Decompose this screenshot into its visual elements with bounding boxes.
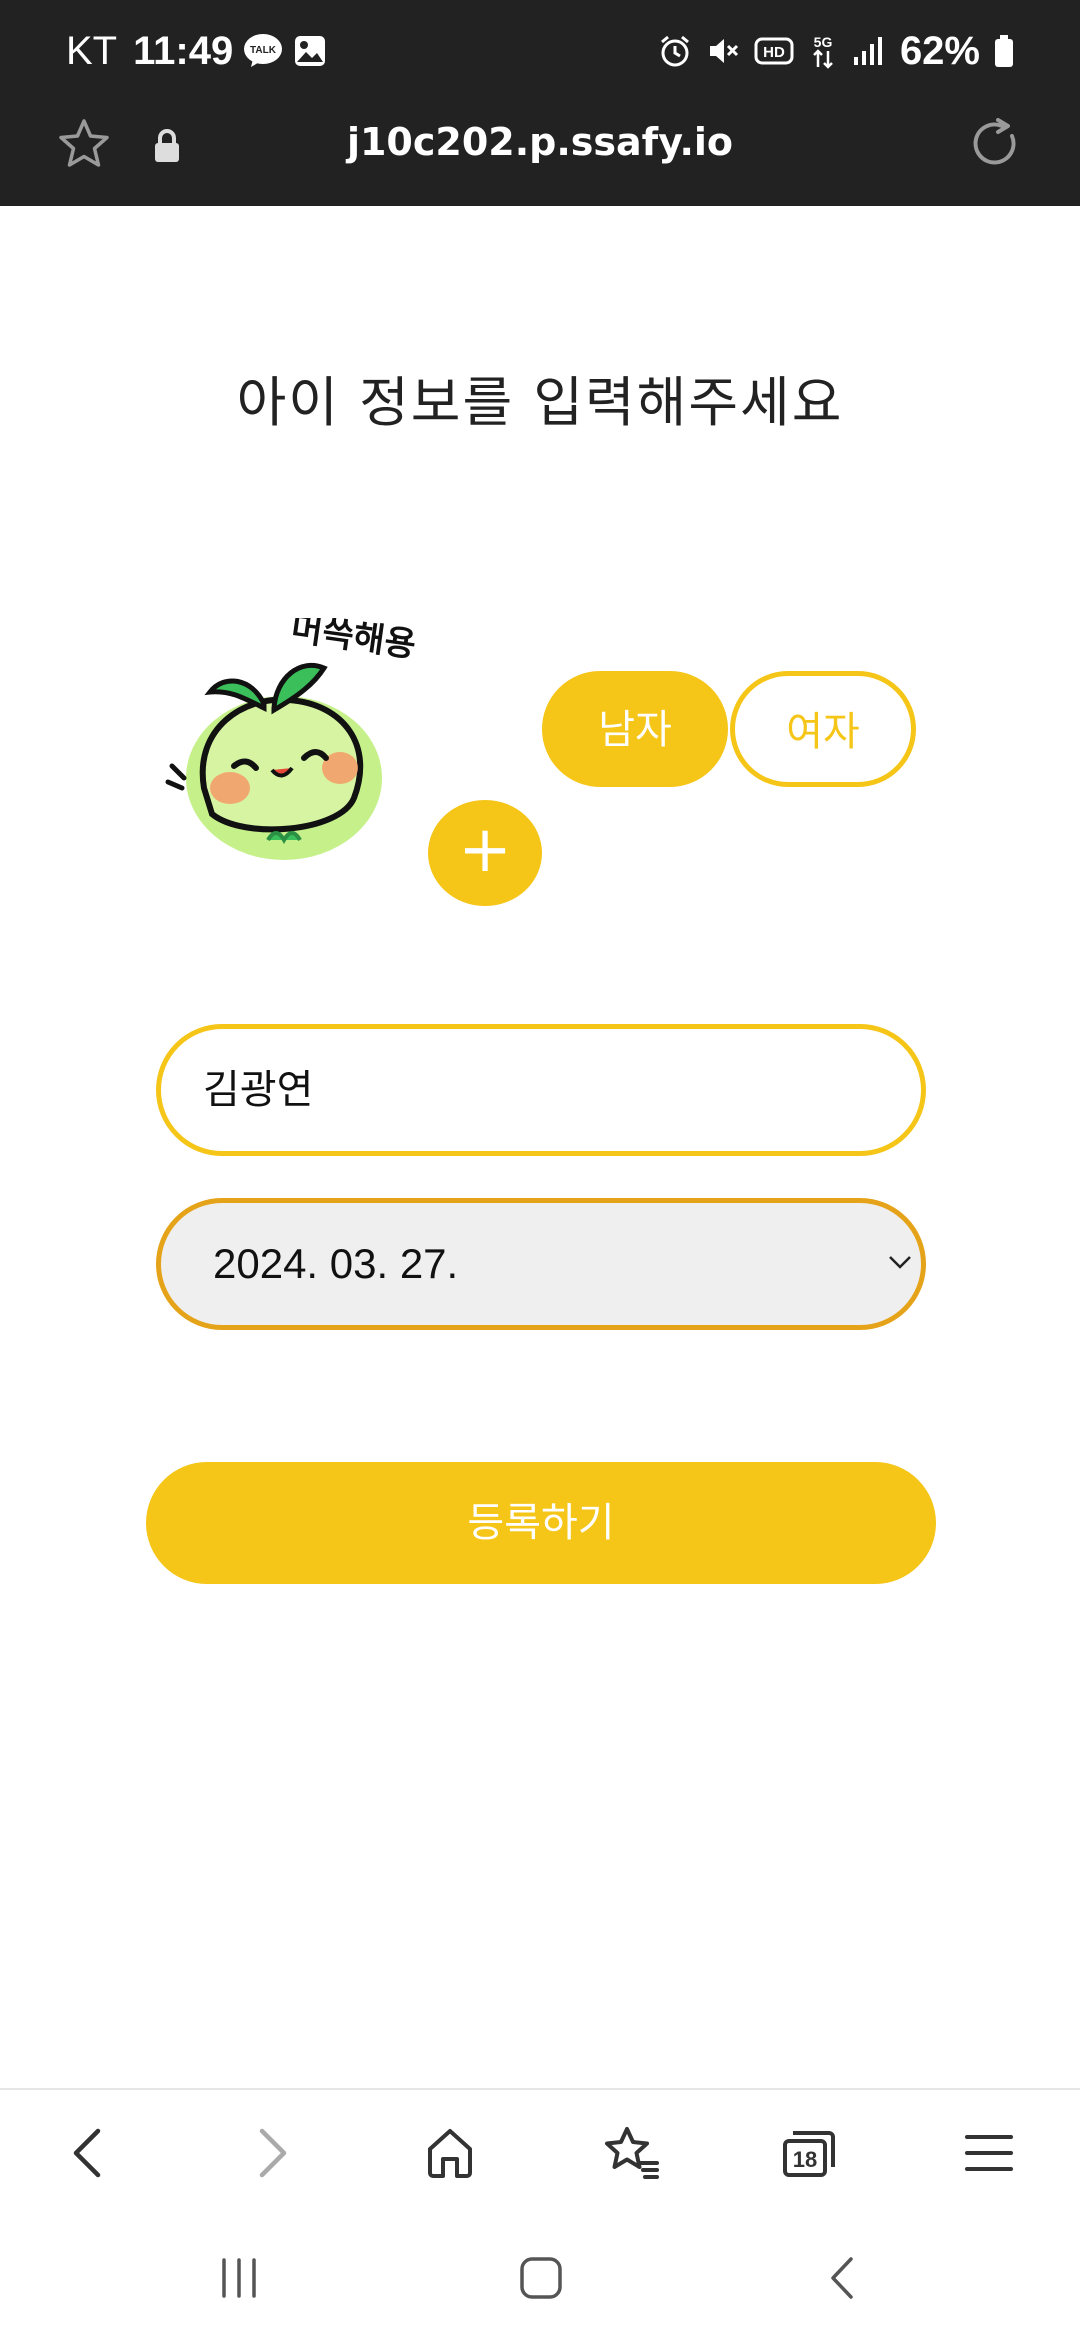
- browser-toolbar: [0, 2088, 1080, 2214]
- battery-level: 62%: [899, 28, 980, 73]
- carrier-label: KT: [66, 28, 118, 73]
- gender-male-button[interactable]: 남자: [542, 671, 728, 787]
- back-nav-icon[interactable]: [808, 2250, 878, 2306]
- alarm-icon: [658, 34, 692, 68]
- register-button[interactable]: 등록하기: [146, 1462, 936, 1584]
- gallery-icon: [293, 34, 327, 68]
- network-5g-icon: 5G: [808, 33, 838, 69]
- bookmarks-icon[interactable]: [596, 2118, 666, 2188]
- page-title: 아이 정보를 입력해주세요: [236, 371, 844, 434]
- mute-icon: [706, 34, 740, 68]
- forward-arrow-icon[interactable]: [236, 2118, 306, 2188]
- clock: 11:49: [133, 28, 234, 73]
- sticker-text: 머쓱해용: [289, 618, 418, 666]
- add-photo-button[interactable]: +: [428, 800, 542, 906]
- status-bar: KT 11:49 TALK HD 5G 62%: [0, 0, 1080, 102]
- signal-icon: [852, 35, 886, 67]
- recent-apps-icon[interactable]: [204, 2250, 274, 2306]
- hd-label: HD: [763, 44, 785, 61]
- battery-icon: [994, 34, 1014, 68]
- gender-female-button[interactable]: 여자: [730, 671, 916, 787]
- birth-date-select[interactable]: 2024. 03. 27.: [156, 1198, 926, 1330]
- home-icon[interactable]: [415, 2118, 485, 2188]
- kakaotalk-icon: TALK: [243, 33, 283, 69]
- talk-label: TALK: [250, 45, 277, 56]
- back-arrow-icon[interactable]: [54, 2118, 124, 2188]
- child-avatar-image[interactable]: 머쓱해용: [164, 609, 424, 878]
- hd-voice-icon: HD: [754, 36, 794, 66]
- home-nav-icon[interactable]: [506, 2250, 576, 2306]
- status-right: HD 5G 62%: [658, 26, 1014, 76]
- network-label: 5G: [814, 34, 833, 50]
- status-left: KT 11:49 TALK: [66, 26, 327, 76]
- tabs-count: 18: [793, 2147, 817, 2172]
- child-name-input[interactable]: 김광연: [156, 1024, 926, 1156]
- chevron-down-icon: [888, 1254, 912, 1274]
- tabs-icon[interactable]: 18: [774, 2118, 844, 2188]
- menu-icon[interactable]: [954, 2118, 1024, 2188]
- reload-icon[interactable]: [968, 116, 1024, 176]
- url-address[interactable]: j10c202.p.ssafy.io: [0, 120, 1080, 164]
